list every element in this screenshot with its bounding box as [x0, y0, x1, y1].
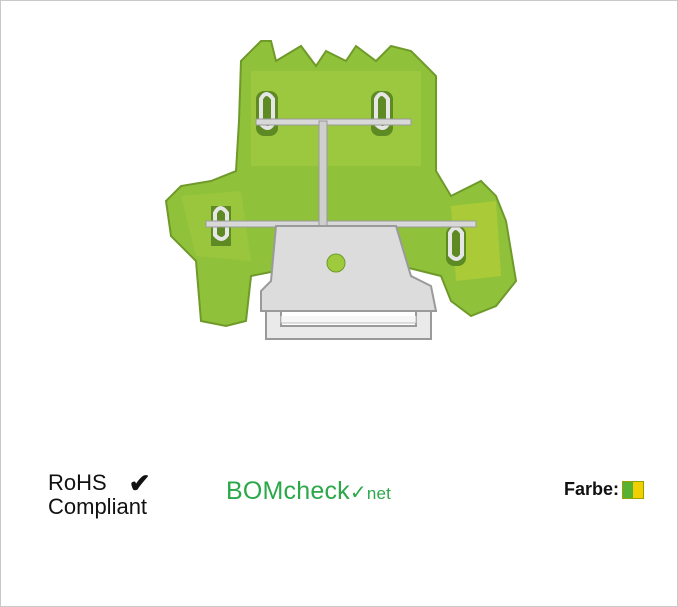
rohs-label: RoHS: [48, 470, 107, 495]
product-image[interactable]: [151, 21, 541, 366]
farbe-label: Farbe:: [564, 479, 620, 499]
checkmark-icon: ✓: [349, 482, 367, 504]
bomcheck-text: BOMcheck: [226, 477, 350, 505]
checkmark-icon: ✔: [128, 468, 151, 498]
color-swatch: [622, 480, 645, 499]
bomcheck-net-text: net: [366, 484, 392, 503]
compliant-label: Compliant: [48, 494, 148, 519]
product-card: RoHS ✔ Compliant BOMcheck✓net Farbe:: [0, 0, 678, 607]
color-indicator: Farbe:: [564, 479, 645, 500]
green-swatch: [623, 481, 634, 498]
yellow-swatch: [633, 481, 644, 498]
rohs-compliant-badge: RoHS ✔ Compliant: [48, 468, 151, 519]
bomcheck-logo[interactable]: BOMcheck✓net: [226, 477, 391, 506]
